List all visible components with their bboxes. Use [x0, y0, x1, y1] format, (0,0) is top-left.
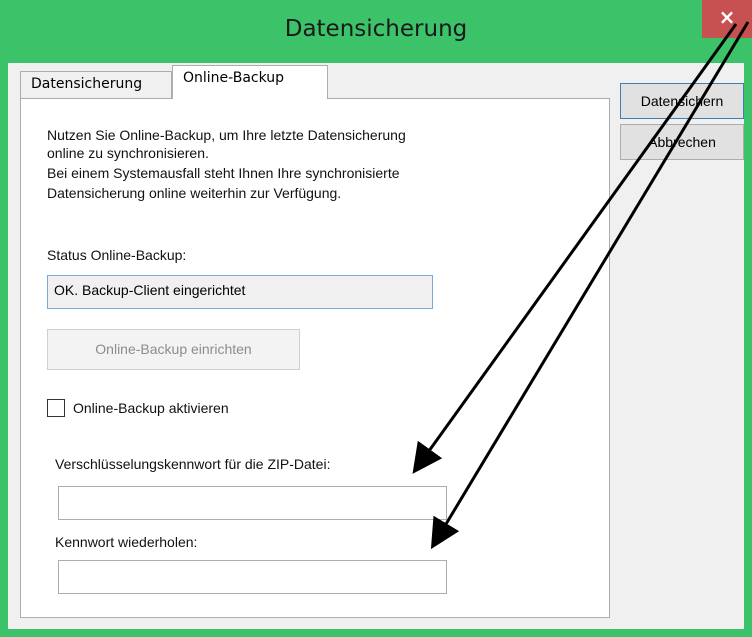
status-field: OK. Backup-Client eingerichtet: [47, 275, 433, 309]
description-line-1: Nutzen Sie Online-Backup, um Ihre letzte…: [47, 127, 406, 143]
dialog-client-area: Datensicherung Online-Backup Nutzen Sie …: [8, 63, 744, 629]
status-label: Status Online-Backup:: [47, 247, 187, 263]
description-line-4: Datensicherung online weiterhin zur Verf…: [47, 185, 342, 201]
tab-online-backup[interactable]: Online-Backup: [172, 65, 328, 99]
activate-online-backup-checkbox[interactable]: [47, 399, 65, 417]
tab-panel-online-backup: Nutzen Sie Online-Backup, um Ihre letzte…: [20, 98, 610, 618]
description-line-3: Bei einem Systemausfall steht Ihnen Ihre…: [47, 165, 400, 181]
encryption-password-field[interactable]: [58, 486, 447, 520]
title-bar[interactable]: Datensicherung ×: [0, 0, 752, 63]
window-title: Datensicherung: [284, 16, 468, 42]
repeat-password-field[interactable]: [58, 560, 447, 594]
close-button[interactable]: ×: [702, 0, 752, 38]
activate-online-backup-label[interactable]: Online-Backup aktivieren: [73, 398, 229, 418]
setup-online-backup-button[interactable]: Online-Backup einrichten: [47, 329, 300, 370]
dialog-window: Datensicherung × Datensicherung Online-B…: [0, 0, 752, 637]
tab-datensicherung[interactable]: Datensicherung: [20, 71, 172, 99]
repeat-password-label: Kennwort wiederholen:: [55, 534, 198, 550]
encryption-password-label: Verschlüsselungskennwort für die ZIP-Dat…: [55, 456, 331, 472]
save-button[interactable]: Datensichern: [620, 83, 744, 119]
cancel-button[interactable]: Abbrechen: [620, 124, 744, 160]
description-line-2: online zu synchronisieren.: [47, 145, 209, 161]
